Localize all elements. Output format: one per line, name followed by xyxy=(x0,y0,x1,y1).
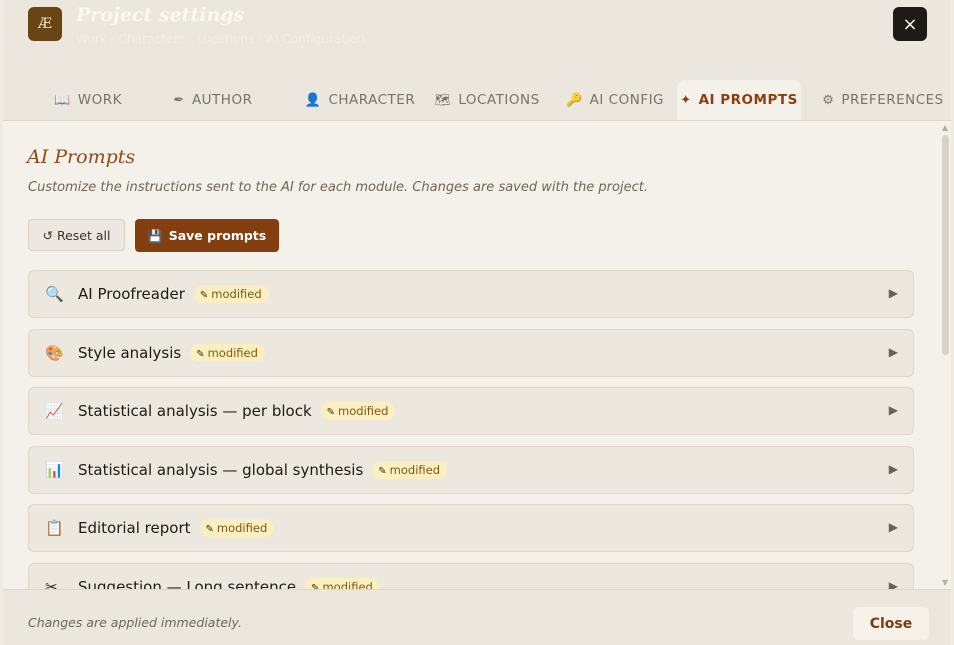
scrollbar-thumb[interactable] xyxy=(942,135,949,355)
badge-label: modified xyxy=(207,346,258,360)
tab-author[interactable]: ✒ AUTHOR xyxy=(163,80,263,120)
prompt-label: Style analysis xyxy=(78,344,182,362)
tab-locations[interactable]: 🗺 LOCATIONS xyxy=(431,80,543,120)
footer-note: Changes are applied immediately. xyxy=(28,615,242,630)
prompt-row-content: Suggestion — Long sentence ✎ modified xyxy=(78,578,380,589)
breadcrumb: Work · Characters · Locations · AI Confi… xyxy=(76,32,365,46)
prompt-label: Statistical analysis — global synthesis xyxy=(78,461,364,479)
prompt-row-editorial-report[interactable]: 📋 Editorial report ✎ modified ▶ xyxy=(28,504,914,552)
pencil-icon: ✎ xyxy=(205,524,214,535)
person-icon: 👤 xyxy=(304,92,322,108)
pencil-icon: ✎ xyxy=(196,349,205,360)
prompt-label: Statistical analysis — per block xyxy=(78,402,312,420)
pencil-icon: ✎ xyxy=(378,466,387,477)
close-button[interactable]: Close xyxy=(853,607,929,640)
expand-arrow-icon[interactable]: ▶ xyxy=(889,403,898,417)
tab-label: LOCATIONS xyxy=(458,92,540,108)
section-description: Customize the instructions sent to the A… xyxy=(28,180,648,195)
tab-work[interactable]: 📖 WORK xyxy=(43,80,133,120)
badge-label: modified xyxy=(216,521,268,535)
save-prompts-label: Save prompts xyxy=(168,228,267,243)
prompt-row-content: Style analysis ✎ modified xyxy=(78,344,265,362)
modified-badge: ✎ modified xyxy=(199,519,275,537)
book-icon: 📖 xyxy=(54,92,71,108)
line-chart-icon: 📈 xyxy=(45,402,64,420)
badge-label: modified xyxy=(338,404,389,418)
tab-character[interactable]: 👤 CHARACTER xyxy=(300,80,420,120)
map-icon: 🗺 xyxy=(434,92,452,108)
key-icon: 🔑 xyxy=(565,92,583,108)
tab-preferences[interactable]: ⚙ PREFERENCES xyxy=(818,80,948,120)
tab-ai-config[interactable]: 🔑 AI CONFIG xyxy=(560,80,670,120)
prompt-label: AI Proofreader xyxy=(78,285,185,303)
modified-badge: ✎ modified xyxy=(305,578,380,589)
save-prompts-button[interactable]: 💾 Save prompts xyxy=(135,219,279,252)
tab-label: PREFERENCES xyxy=(841,92,944,108)
modified-badge: ✎ modified xyxy=(320,402,396,420)
modified-badge: ✎ modified xyxy=(193,285,269,303)
prompt-row-content: Statistical analysis — per block ✎ modifie… xyxy=(78,402,396,420)
expand-arrow-icon[interactable]: ▶ xyxy=(889,520,898,534)
close-icon: × xyxy=(902,13,918,35)
prompt-row-ai-proofreader[interactable]: 🔍 AI Proofreader ✎ modified ▶ xyxy=(28,270,914,318)
tab-label: AUTHOR xyxy=(191,92,253,108)
badge-label: modified xyxy=(322,580,373,589)
reset-all-button[interactable]: ↺ Reset all xyxy=(28,219,125,251)
pencil-icon: ✎ xyxy=(199,290,209,301)
clipboard-icon: 📋 xyxy=(45,519,64,537)
scrollbar[interactable]: ▲ ▼ xyxy=(940,123,951,591)
tab-label: AI PROMPTS xyxy=(698,92,798,108)
tab-label: CHARACTER xyxy=(328,92,416,108)
bar-chart-icon: 📊 xyxy=(45,461,64,479)
sparkle-icon: ✦ xyxy=(680,92,692,108)
expand-arrow-icon[interactable]: ▶ xyxy=(889,579,898,589)
app-logo: Æ xyxy=(28,7,62,41)
modified-badge: ✎ modified xyxy=(372,461,448,479)
pencil-icon: ✎ xyxy=(326,407,336,418)
modal-title: Project settings xyxy=(76,4,245,26)
scissors-icon: ✂ xyxy=(45,578,58,589)
pen-icon: ✒ xyxy=(173,92,185,108)
tab-ai-prompts[interactable]: ✦ AI PROMPTS xyxy=(677,80,801,120)
expand-arrow-icon[interactable]: ▶ xyxy=(889,345,898,359)
close-modal-button[interactable]: × xyxy=(893,7,927,41)
badge-label: modified xyxy=(389,463,441,477)
prompt-label: Suggestion — Long sentence xyxy=(78,578,297,589)
scroll-up-arrow-icon[interactable]: ▲ xyxy=(942,123,948,132)
modal-header: Æ Project settings Work · Characters · L… xyxy=(3,0,951,121)
prompt-row-style-analysis[interactable]: 🎨 Style analysis ✎ modified ▶ xyxy=(28,329,914,377)
palette-icon: 🎨 xyxy=(45,344,64,362)
prompt-label: Editorial report xyxy=(78,519,191,537)
expand-arrow-icon[interactable]: ▶ xyxy=(889,286,898,300)
prompt-row-long-sentence[interactable]: ✂ Suggestion — Long sentence ✎ modified ▶ xyxy=(28,563,914,589)
scroll-down-arrow-icon[interactable]: ▼ xyxy=(942,578,948,587)
prompt-row-content: Statistical analysis — global synthesis ✎… xyxy=(78,461,448,479)
section-title: AI Prompts xyxy=(27,146,136,168)
modal-footer: Changes are applied immediately. Close xyxy=(3,589,951,645)
floppy-disk-icon: 💾 xyxy=(147,228,163,243)
prompts-panel: AI Prompts Customize the instructions se… xyxy=(3,121,951,589)
magnifier-icon: 🔍 xyxy=(45,285,64,303)
prompt-row-statistical-global[interactable]: 📊 Statistical analysis — global synthesi… xyxy=(28,446,914,494)
modified-badge: ✎ modified xyxy=(190,344,265,362)
settings-modal: Æ Project settings Work · Characters · L… xyxy=(3,0,951,645)
badge-label: modified xyxy=(211,287,262,301)
prompt-row-content: Editorial report ✎ modified xyxy=(78,519,275,537)
prompt-row-content: AI Proofreader ✎ modified xyxy=(78,285,269,303)
expand-arrow-icon[interactable]: ▶ xyxy=(889,462,898,476)
tab-label: AI CONFIG xyxy=(589,92,665,108)
gear-icon: ⚙ xyxy=(822,92,835,108)
tab-label: WORK xyxy=(77,92,122,108)
tab-bar: 📖 WORK ✒ AUTHOR 👤 CHARACTER 🗺 LOCATIONS … xyxy=(3,80,951,120)
prompt-row-statistical-per-block[interactable]: 📈 Statistical analysis — per block ✎ modif… xyxy=(28,387,914,435)
